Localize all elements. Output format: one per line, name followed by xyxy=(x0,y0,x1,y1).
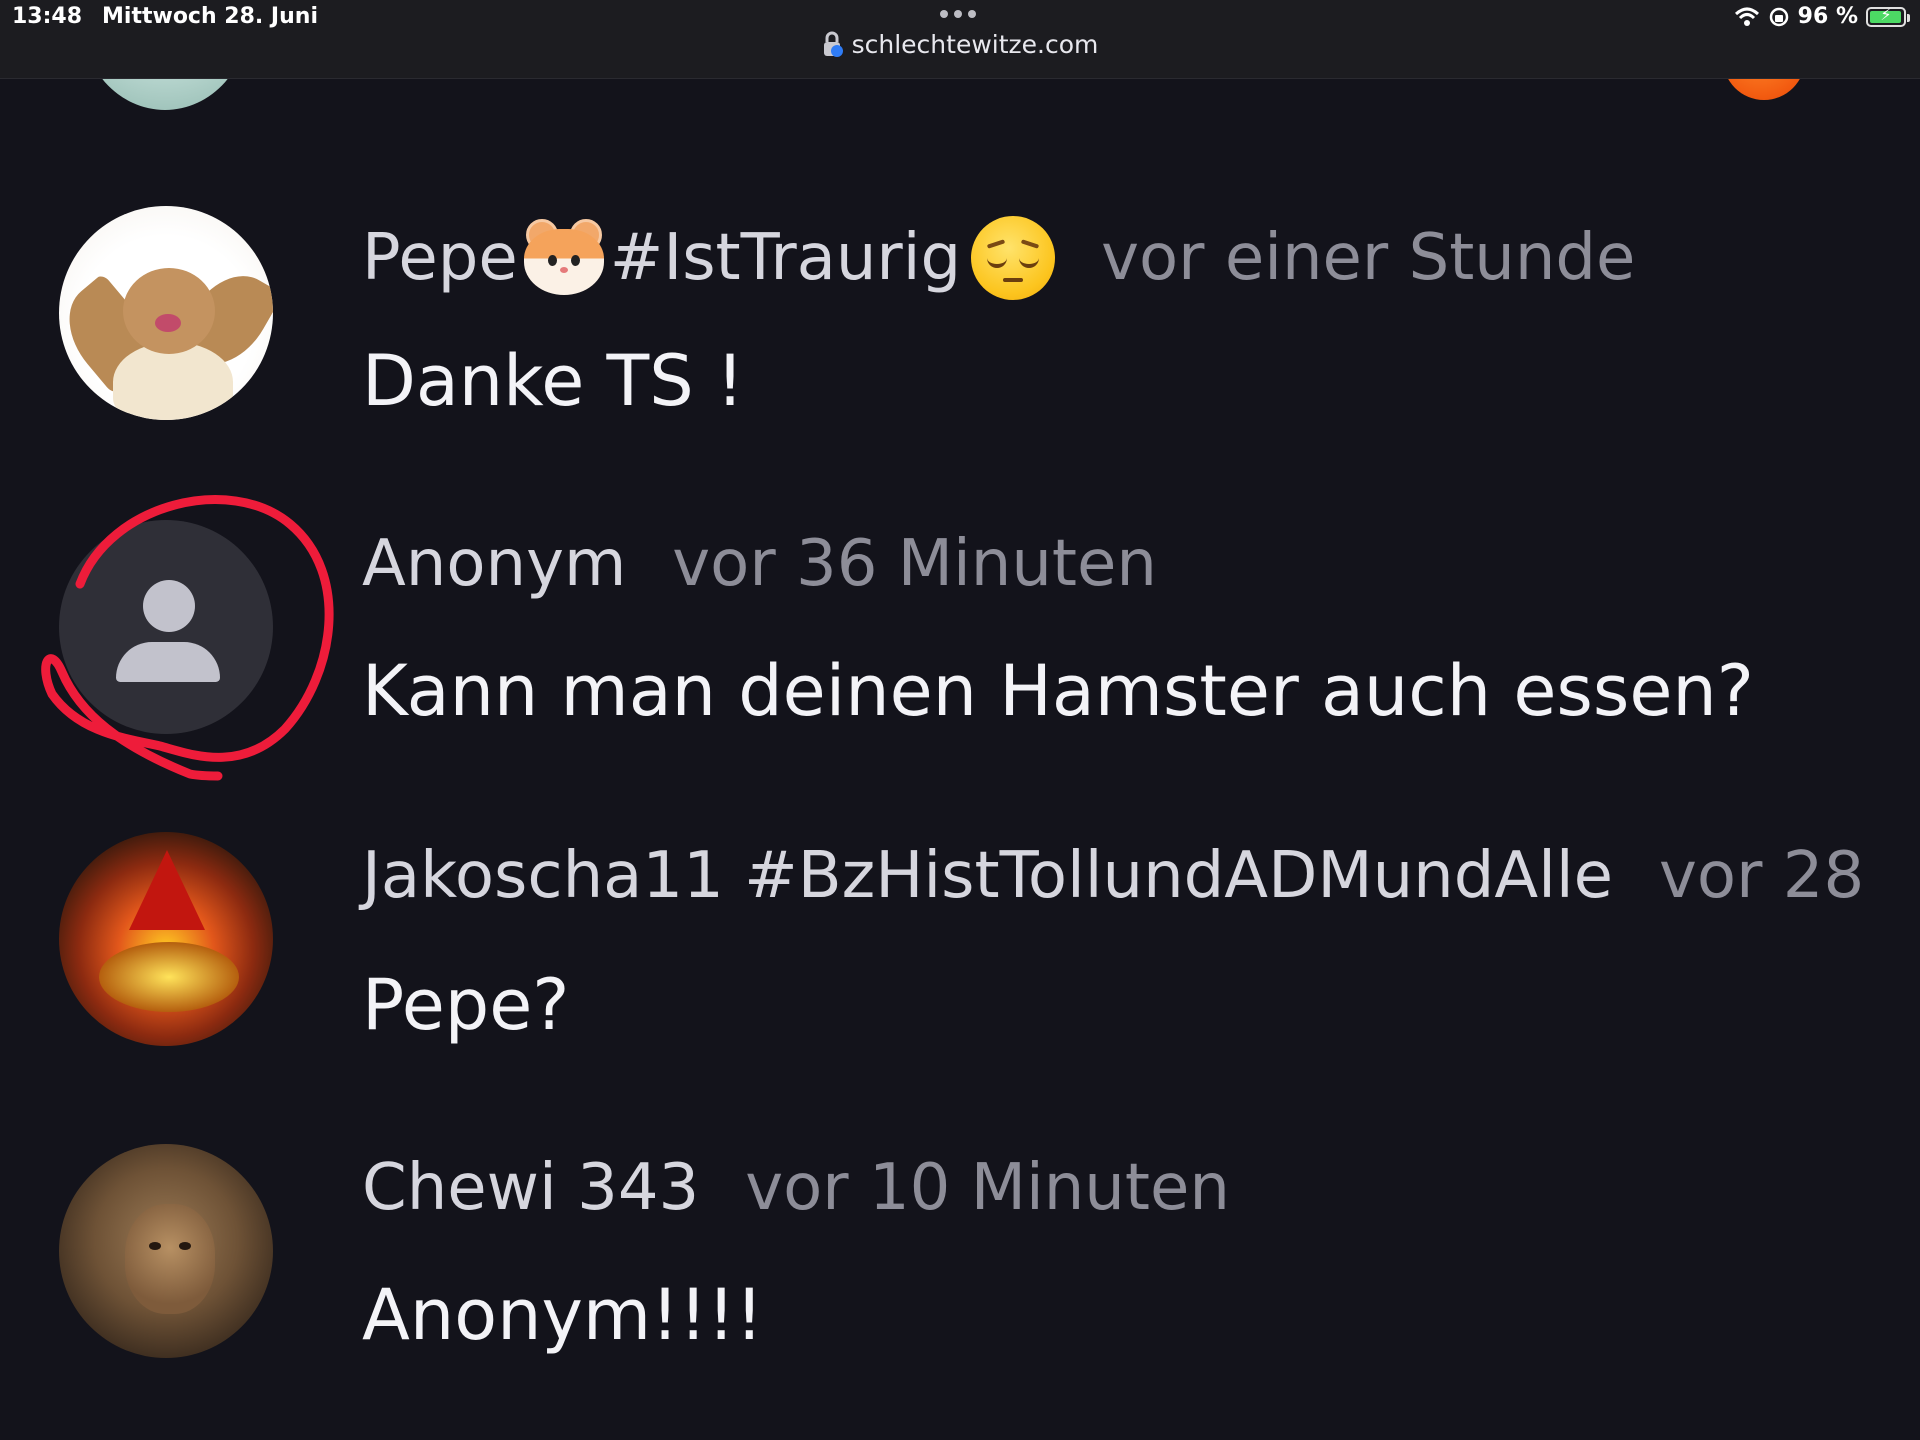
comment-header: Chewi 343 vor 10 Minuten xyxy=(362,1156,1230,1220)
comment-header: Jakoscha11 #BzHistTollundADMundAlle vor … xyxy=(362,844,1864,908)
status-bar: 13:48 Mittwoch 28. Juni schlechtewitze.c… xyxy=(0,0,1920,79)
avatar[interactable] xyxy=(59,520,273,734)
comment-timestamp: vor 10 Minuten xyxy=(745,1151,1230,1225)
comment-header: Pepe #IstTraurig vor einer Stunde xyxy=(362,216,1635,300)
comment-header: Anonym vor 36 Minuten xyxy=(362,532,1157,596)
status-time: 13:48 xyxy=(12,4,83,29)
address-bar[interactable]: schlechtewitze.com xyxy=(0,30,1920,59)
lock-icon xyxy=(823,31,843,57)
avatar[interactable] xyxy=(59,832,273,1046)
status-bar-right: 96 % ⚡ xyxy=(1734,4,1910,29)
comment-username[interactable]: Jakoscha11 #BzHistTollundADMundAlle xyxy=(362,844,1613,908)
hamster-face-emoji xyxy=(522,219,606,297)
comment-username-tag[interactable]: #IstTraurig xyxy=(610,226,961,290)
comment-username[interactable]: Chewi 343 xyxy=(362,1156,699,1220)
avatar[interactable] xyxy=(59,206,273,420)
avatar[interactable] xyxy=(59,1144,273,1358)
charging-bolt-icon: ⚡ xyxy=(1880,4,1892,24)
pensive-face-emoji xyxy=(971,216,1056,300)
comment-username[interactable]: Pepe xyxy=(362,226,518,290)
battery-percent: 96 % xyxy=(1797,4,1858,29)
comment-username[interactable]: Anonym xyxy=(362,532,626,596)
url-text: schlechtewitze.com xyxy=(851,30,1099,59)
person-icon xyxy=(143,580,195,632)
status-date: Mittwoch 28. Juni xyxy=(102,4,318,29)
comment-timestamp: vor einer Stunde xyxy=(1101,221,1636,295)
comment-text: Anonym!!!! xyxy=(362,1274,764,1356)
status-bar-left: 13:48 Mittwoch 28. Juni xyxy=(12,4,318,29)
battery-icon: ⚡ xyxy=(1866,4,1910,27)
comment-text: Danke TS ! xyxy=(362,340,745,422)
comment-text: Pepe? xyxy=(362,964,570,1046)
wifi-icon xyxy=(1734,7,1759,26)
more-options-dots-icon[interactable] xyxy=(940,10,976,18)
comment-text: Kann man deinen Hamster auch essen? xyxy=(362,650,1754,732)
comment-timestamp: vor 28 xyxy=(1659,839,1865,913)
orientation-lock-icon xyxy=(1769,7,1788,26)
comment-timestamp: vor 36 Minuten xyxy=(672,527,1157,601)
